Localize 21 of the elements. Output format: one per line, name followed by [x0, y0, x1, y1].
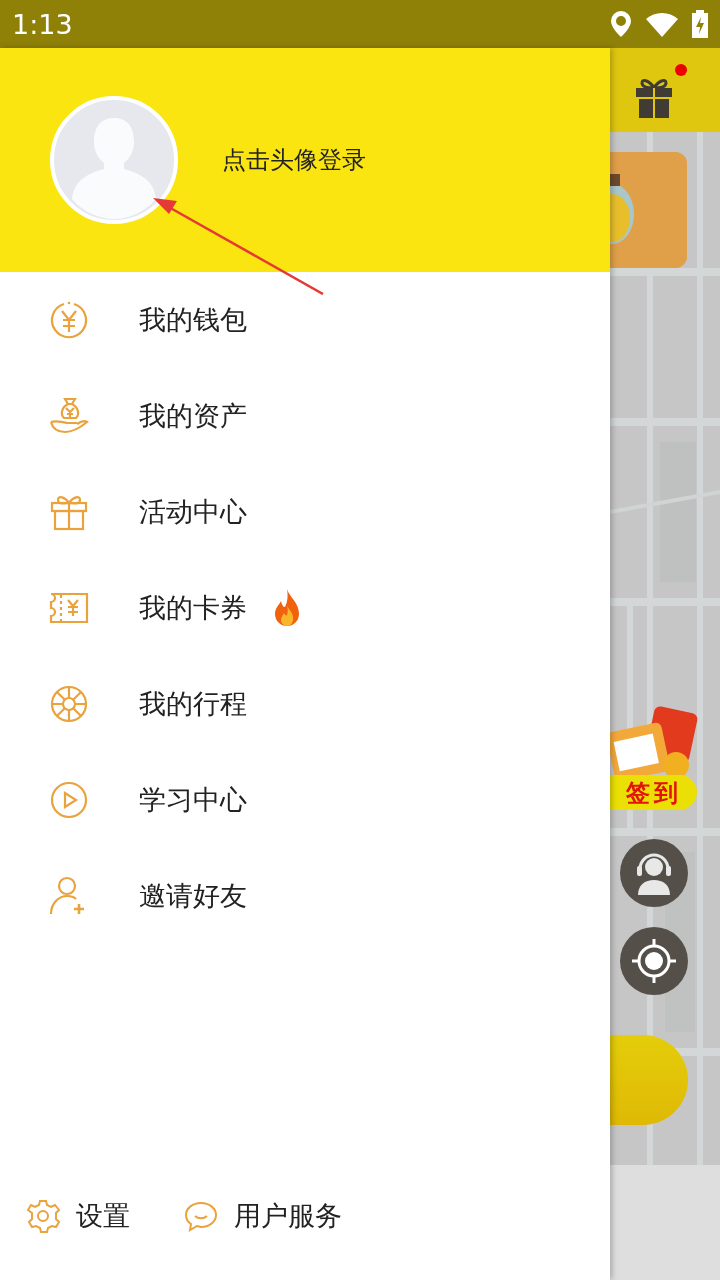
money-bag-hand-icon — [49, 396, 89, 436]
chat-icon — [184, 1199, 218, 1233]
footer-item[interactable]: 用户服务 — [184, 1198, 342, 1234]
menu-item[interactable]: 我的钱包 — [0, 272, 610, 368]
location-icon — [610, 10, 632, 38]
login-prompt[interactable]: 点击头像登录 — [222, 144, 366, 176]
menu-item[interactable]: 我的资产 — [0, 368, 610, 464]
menu-item[interactable]: 我的行程 — [0, 656, 610, 752]
yen-coin-icon — [49, 300, 89, 340]
battery-icon — [692, 10, 708, 38]
menu-item[interactable]: 邀请好友 — [0, 848, 610, 944]
settings-icon — [26, 1199, 60, 1233]
menu-item[interactable]: 活动中心 — [0, 464, 610, 560]
gift-icon[interactable] — [633, 76, 675, 118]
wifi-icon — [646, 11, 678, 37]
footer-item[interactable]: 设置 — [26, 1198, 130, 1234]
wheel-icon — [49, 684, 89, 724]
menu-item[interactable]: 我的卡券 — [0, 560, 610, 656]
menu-item[interactable]: 学习中心 — [0, 752, 610, 848]
clock: 1:13 — [12, 8, 74, 40]
play-icon — [49, 780, 89, 820]
